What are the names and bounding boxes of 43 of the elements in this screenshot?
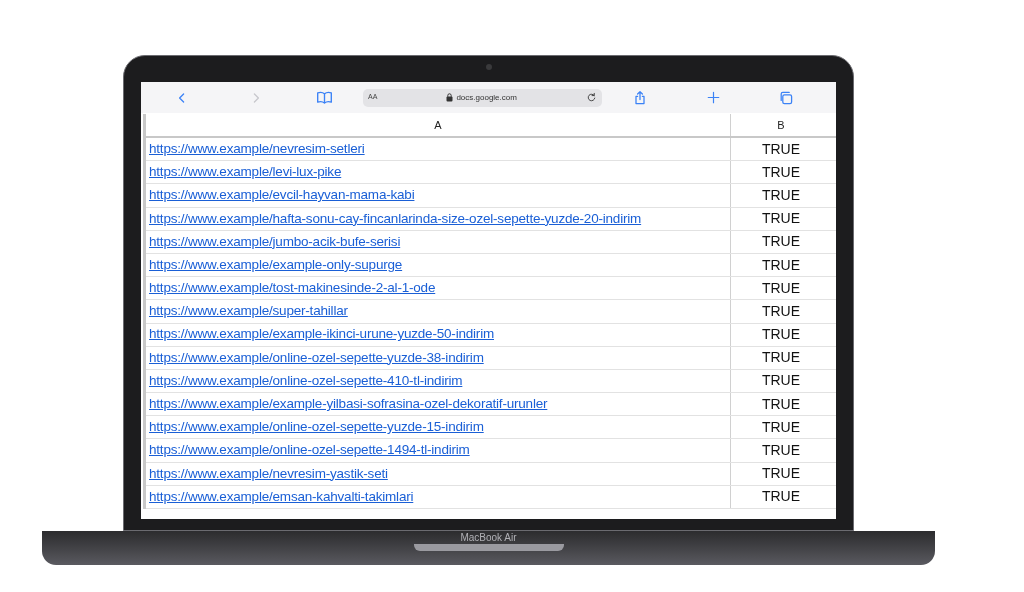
reload-icon[interactable]	[586, 92, 597, 103]
url-link[interactable]: https://www.example/example-ikinci-urune-yuzde-50-indirim	[149, 324, 494, 345]
table-cell-text: TRUE	[760, 232, 802, 252]
url-link[interactable]: https://www.example/online-ozel-sepette-1494-tl-indirim	[149, 440, 470, 461]
url-link[interactable]: https://www.example/levi-lux-pike	[149, 162, 342, 183]
url-link[interactable]: https://www.example/hafta-sonu-cay-fincanlarinda-size-ozel-sepette-yuzde-20-indirim	[149, 208, 642, 229]
url-link[interactable]: https://www.example/nevresim-yastik-seti	[149, 463, 388, 484]
table-cell-text: TRUE	[760, 394, 802, 414]
url-link[interactable]: https://www.example/example-only-supurge	[149, 254, 403, 276]
tabs-icon[interactable]	[778, 89, 794, 106]
book-icon[interactable]	[316, 89, 333, 106]
url-link[interactable]: https://www.example/jumbo-acik-bufe-serisi	[149, 231, 401, 252]
url-link[interactable]: https://www.example/online-ozel-sepette-yuzde-38-indirim	[149, 347, 484, 368]
table-cell-text: TRUE	[760, 185, 802, 205]
url-link[interactable]: https://www.example/super-tahillar	[149, 301, 348, 322]
table-cell-text: TRUE	[760, 441, 802, 461]
camera-icon	[485, 64, 492, 70]
url-link[interactable]: https://www.example/tost-makinesinde-2-al-1-ode	[149, 278, 436, 299]
table-cell-text: TRUE	[760, 417, 802, 437]
table-cell-text: TRUE	[760, 162, 802, 182]
url-link[interactable]: https://www.example/example-yilbasi-sofrasina-ozel-dekoratif-urunler	[149, 394, 548, 415]
lock-icon	[446, 93, 454, 102]
column-header[interactable]: A	[146, 114, 731, 136]
table-cell-text: TRUE	[760, 325, 802, 345]
table-cell-text: TRUE	[760, 348, 802, 368]
table-cell-text: TRUE	[760, 139, 802, 159]
table-cell-text: TRUE	[760, 487, 802, 507]
plus-icon[interactable]	[706, 90, 721, 105]
table-cell-text: TRUE	[760, 278, 802, 298]
laptop-label: MacBook Air	[460, 531, 517, 545]
table-cell-text: TRUE	[760, 301, 802, 321]
url-link[interactable]: https://www.example/emsan-kahvalti-takimlari	[149, 486, 414, 508]
url-link[interactable]: https://www.example/evcil-hayvan-mama-kabi	[149, 185, 415, 206]
share-icon[interactable]	[632, 89, 648, 106]
url-link[interactable]: https://www.example/nevresim-setleri	[149, 138, 365, 160]
address-text: docs.google.com	[456, 91, 517, 104]
table-cell-text: TRUE	[760, 464, 802, 484]
table-cell-text: TRUE	[760, 371, 802, 391]
table-cell-text: TRUE	[760, 255, 802, 275]
column-header[interactable]: B	[731, 114, 831, 136]
url-link[interactable]: https://www.example/online-ozel-sepette-410-tl-indirim	[149, 370, 463, 392]
table-cell-text: TRUE	[760, 209, 802, 229]
url-link[interactable]: https://www.example/online-ozel-sepette-yuzde-15-indirim	[149, 417, 484, 438]
